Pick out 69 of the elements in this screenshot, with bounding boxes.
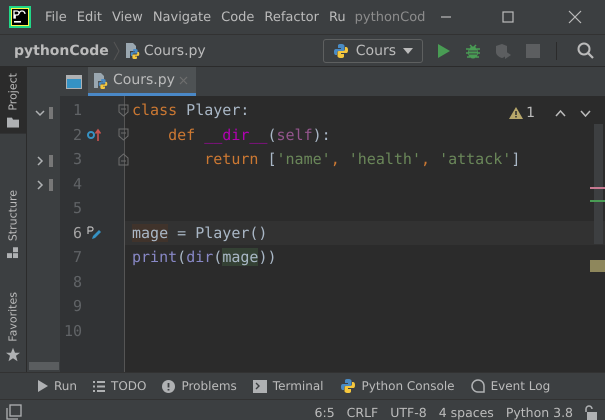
fold-icon[interactable]	[118, 128, 129, 142]
side-tab[interactable]: Project	[0, 67, 26, 134]
terminal-icon	[252, 380, 267, 392]
editor-tab[interactable]: Cours.py	[88, 67, 196, 96]
scrollbar[interactable]	[29, 362, 59, 370]
status-item[interactable]: Python 3.8	[500, 404, 579, 420]
tree-node-icon	[49, 179, 53, 191]
tool-window-button[interactable]: Problems	[154, 379, 245, 393]
code-line: print(dir(mage))	[132, 248, 276, 266]
tool-window-button[interactable]: Run	[30, 379, 86, 393]
tree-node-icon	[49, 155, 53, 167]
run-configuration-dropdown[interactable]: Cours	[322, 38, 423, 62]
chevron-right-icon[interactable]	[35, 156, 45, 166]
python-file-icon	[92, 72, 109, 88]
tool-window-button[interactable]: TODO	[85, 379, 154, 393]
menu-item[interactable]: Code	[216, 10, 260, 24]
caret-icon	[403, 48, 413, 54]
bug-icon[interactable]	[465, 42, 481, 58]
exclamation-icon	[162, 380, 176, 392]
fold-icon[interactable]	[118, 152, 129, 166]
override-icon[interactable]	[87, 128, 101, 142]
list-icon	[93, 380, 106, 392]
tool-window-button[interactable]: Event Log	[462, 379, 558, 393]
chevron-down-icon[interactable]	[35, 108, 45, 118]
menu-item[interactable]: Ru	[324, 10, 351, 24]
menu-item[interactable]: File	[40, 10, 72, 24]
play-icon	[38, 380, 48, 392]
star-icon	[6, 348, 20, 362]
status-item[interactable]: UTF-8	[384, 404, 433, 420]
menu-item[interactable]: View	[106, 10, 148, 24]
window-title: pythonCod	[354, 10, 426, 24]
python-icon	[340, 378, 356, 394]
rename-icon[interactable]	[87, 226, 101, 240]
python-icon	[332, 42, 349, 58]
code-line: return ['name', 'health', 'attack']	[203, 150, 520, 168]
tree-node-icon	[49, 107, 53, 119]
tool-window-button[interactable]: Terminal	[244, 379, 332, 393]
fold-icon[interactable]	[118, 104, 129, 117]
menu-item[interactable]: Navigate	[148, 10, 216, 24]
chevron-right-icon	[112, 40, 120, 60]
code-line: mage = Player()	[132, 224, 268, 242]
line-number: 6	[72, 224, 82, 242]
breadcrumb-project[interactable]: pythonCode	[14, 42, 109, 58]
structure-icon	[8, 246, 18, 258]
scrollbar[interactable]	[594, 124, 603, 244]
lock-icon[interactable]	[583, 404, 597, 420]
window-icon[interactable]	[66, 74, 82, 88]
python-file-icon	[124, 42, 141, 59]
status-item[interactable]: 6:5	[308, 404, 341, 420]
menu-item[interactable]: Edit	[72, 10, 107, 24]
menu-item[interactable]: Refactor	[259, 10, 324, 24]
side-tab[interactable]: Favorites	[0, 286, 26, 368]
app-logo	[9, 6, 31, 28]
panels-icon[interactable]	[6, 404, 22, 420]
chevron-right-icon[interactable]	[35, 180, 45, 190]
warnings-indicator[interactable]: 1	[503, 104, 541, 122]
tool-window-button[interactable]: Python Console	[332, 378, 463, 394]
warning-icon	[509, 107, 524, 119]
code-line: class Player:	[132, 101, 250, 120]
speech-bubble-icon	[470, 379, 485, 393]
breadcrumb-file[interactable]: Cours.py	[144, 42, 206, 58]
status-item[interactable]: CRLF	[340, 404, 384, 420]
side-tab[interactable]: Structure	[0, 184, 26, 264]
code-line: def __dir__(self):	[167, 126, 331, 144]
folder-icon	[7, 116, 19, 128]
chevron-down-icon[interactable]	[580, 110, 591, 116]
chevron-up-icon[interactable]	[555, 110, 566, 116]
status-item[interactable]: 4 spaces	[432, 404, 500, 420]
run-icon[interactable]	[437, 42, 451, 58]
